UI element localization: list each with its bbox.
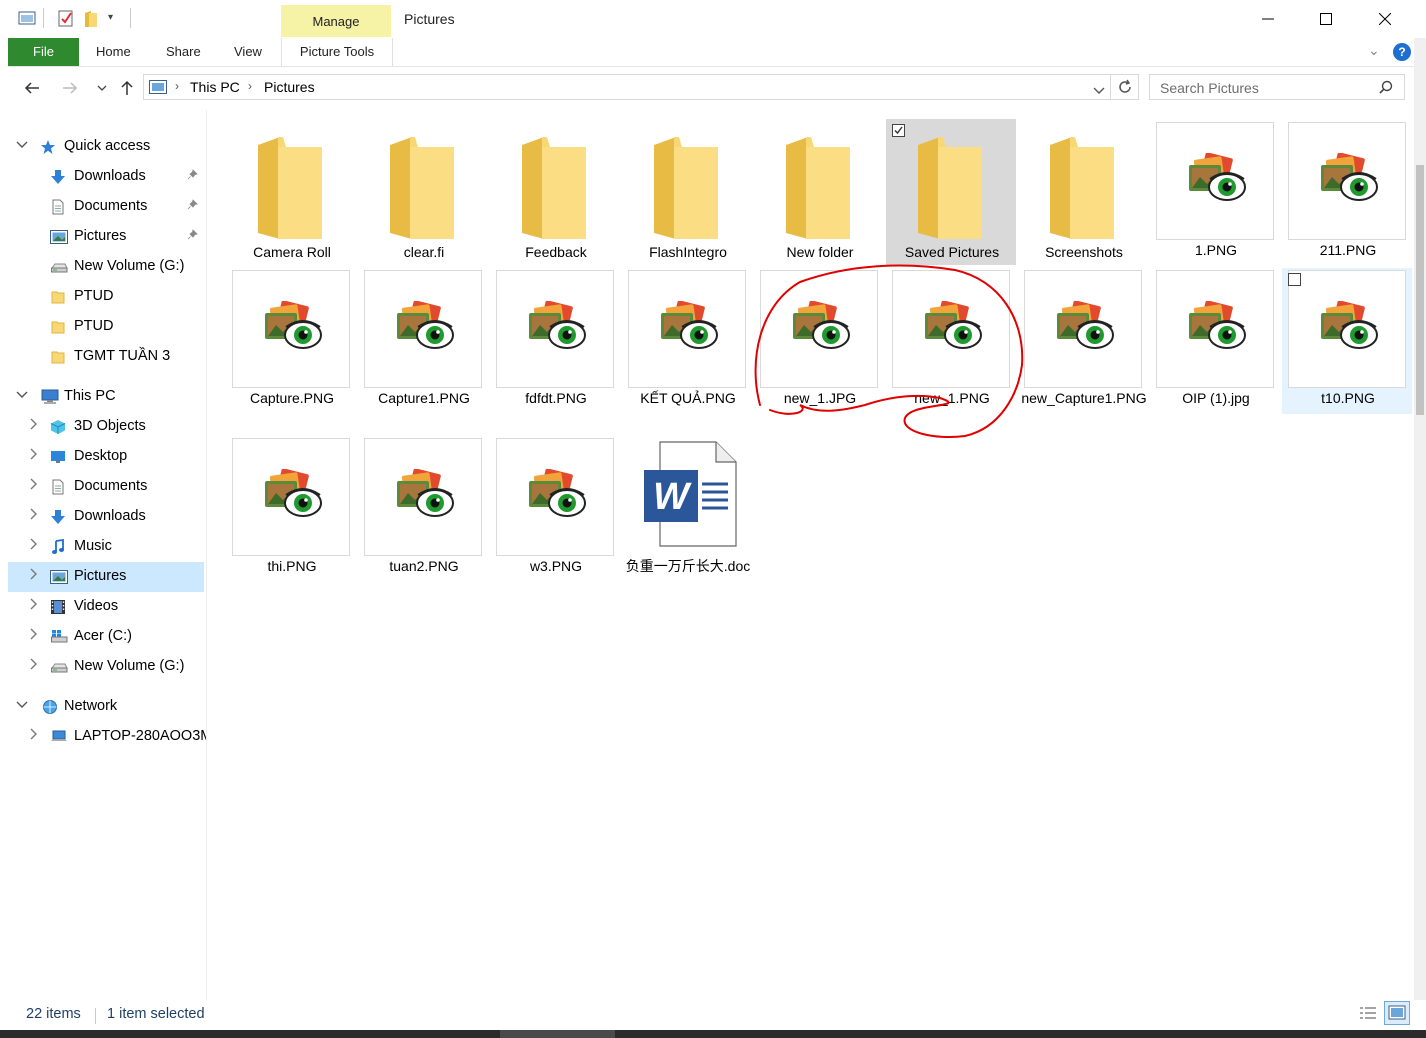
item-count: 22 items [26, 1006, 81, 1022]
taskbar-segment [500, 1030, 615, 1038]
selection-count: 1 item selected [107, 1006, 205, 1022]
status-divider [95, 1008, 96, 1024]
status-bar [8, 1000, 1418, 1030]
red-annotation-circle [754, 264, 1024, 439]
taskbar-strip [0, 1030, 1426, 1038]
scrollbar-thumb[interactable] [1416, 165, 1424, 415]
details-view-icon[interactable] [1358, 1004, 1378, 1027]
large-icons-view-icon[interactable] [1384, 1001, 1410, 1025]
annotation-stroke [754, 264, 1024, 439]
